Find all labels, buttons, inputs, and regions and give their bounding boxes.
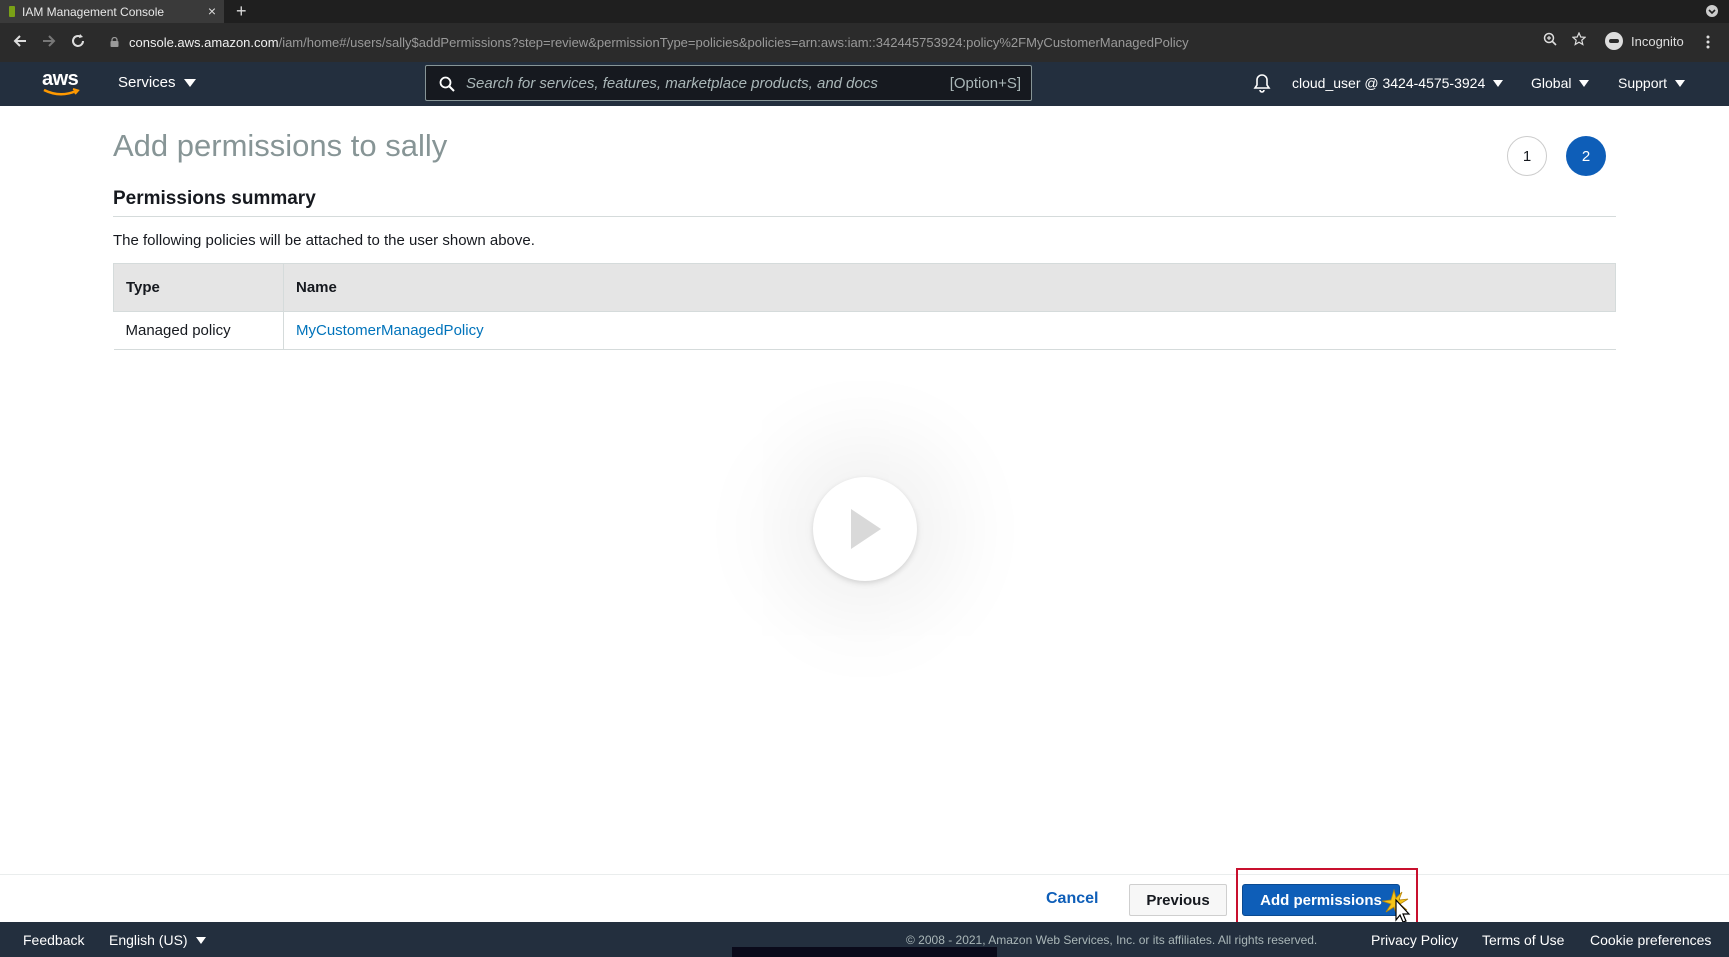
region-label: Global [1531,75,1572,91]
services-menu[interactable]: Services [118,74,196,91]
account-label: cloud_user @ 3424-4575-3924 [1292,75,1486,91]
chevron-down-icon [1579,79,1590,87]
table-row: Managed policy MyCustomerManagedPolicy [113,311,1616,350]
play-icon [851,509,881,549]
copyright-text: © 2008 - 2021, Amazon Web Services, Inc.… [906,933,1318,947]
browser-tab-bar: IAM Management Console × + [0,0,1729,23]
console-footer: Feedback English (US) © 2008 - 2021, Ama… [0,922,1729,957]
region-menu[interactable]: Global [1531,75,1590,91]
back-icon[interactable] [12,33,28,49]
policy-name-link[interactable]: MyCustomerManagedPolicy [296,322,484,339]
table-header-row: Type Name [113,263,1616,312]
feedback-link[interactable]: Feedback [23,932,84,948]
language-label: English (US) [109,932,188,948]
chevron-down-icon [183,78,196,87]
zoom-icon[interactable] [1543,32,1557,46]
wizard-action-bar: Cancel Previous [0,874,1729,922]
chevron-down-icon [1675,79,1686,87]
section-title: Permissions summary [113,188,316,209]
previous-button[interactable]: Previous [1129,884,1227,916]
tab-close-icon[interactable]: × [208,4,216,18]
notifications-bell-icon[interactable] [1253,73,1271,93]
support-menu[interactable]: Support [1618,75,1686,91]
search-input[interactable] [466,74,950,92]
bookmark-star-icon[interactable] [1572,32,1586,46]
incognito-label: Incognito [1631,33,1684,49]
policy-type-cell: Managed policy [113,311,284,350]
support-label: Support [1618,75,1668,91]
url-host: console.aws.amazon.com [129,34,279,50]
account-menu[interactable]: cloud_user @ 3424-4575-3924 [1292,75,1504,91]
wizard-step-1[interactable]: 1 [1507,136,1547,176]
browser-tab[interactable]: IAM Management Console × [0,0,224,23]
tab-search-icon[interactable] [1705,4,1719,18]
services-label: Services [118,74,176,91]
search-shortcut-hint: [Option+S] [949,74,1021,92]
language-selector[interactable]: English (US) [109,932,206,948]
reload-icon[interactable] [70,33,86,49]
column-header-type: Type [113,263,284,312]
browser-address-bar: console.aws.amazon.com/iam/home#/users/s… [0,23,1729,62]
cancel-button[interactable]: Cancel [1046,890,1098,908]
cursor-click-icon [1381,888,1411,923]
video-play-button[interactable] [813,477,917,581]
incognito-icon [1605,32,1623,50]
lock-icon [110,37,119,47]
incognito-profile[interactable]: Incognito [1605,32,1684,50]
url-field[interactable]: console.aws.amazon.com/iam/home#/users/s… [100,28,1600,56]
column-header-name: Name [283,263,1616,312]
url-path: /iam/home#/users/sally$addPermissions?st… [278,34,1189,50]
terms-of-use-link[interactable]: Terms of Use [1482,932,1564,948]
search-bar[interactable]: [Option+S] [425,65,1032,101]
aws-smile-icon [43,88,80,96]
browser-menu-icon[interactable] [1706,35,1710,49]
chevron-down-icon [195,936,206,944]
cookie-preferences-link[interactable]: Cookie preferences [1590,932,1711,948]
forward-icon[interactable] [41,33,57,49]
divider [113,216,1616,217]
chevron-down-icon [1493,79,1504,87]
browser-tab-title: IAM Management Console [22,4,165,19]
aws-top-nav: aws Services [Option+S] cloud_user @ 342… [0,62,1729,106]
policy-name-cell: MyCustomerManagedPolicy [283,311,1616,350]
search-icon [439,76,455,92]
privacy-policy-link[interactable]: Privacy Policy [1371,932,1458,948]
video-progress-strip [732,947,997,957]
aws-logo[interactable]: aws [40,68,84,100]
new-tab-icon[interactable]: + [236,1,247,21]
page-title: Add permissions to sally [113,128,448,163]
iam-favicon-icon [9,6,15,17]
section-description: The following policies will be attached … [113,232,535,249]
policies-table: Type Name Managed policy MyCustomerManag… [113,263,1616,350]
wizard-step-2-active: 2 [1566,136,1606,176]
